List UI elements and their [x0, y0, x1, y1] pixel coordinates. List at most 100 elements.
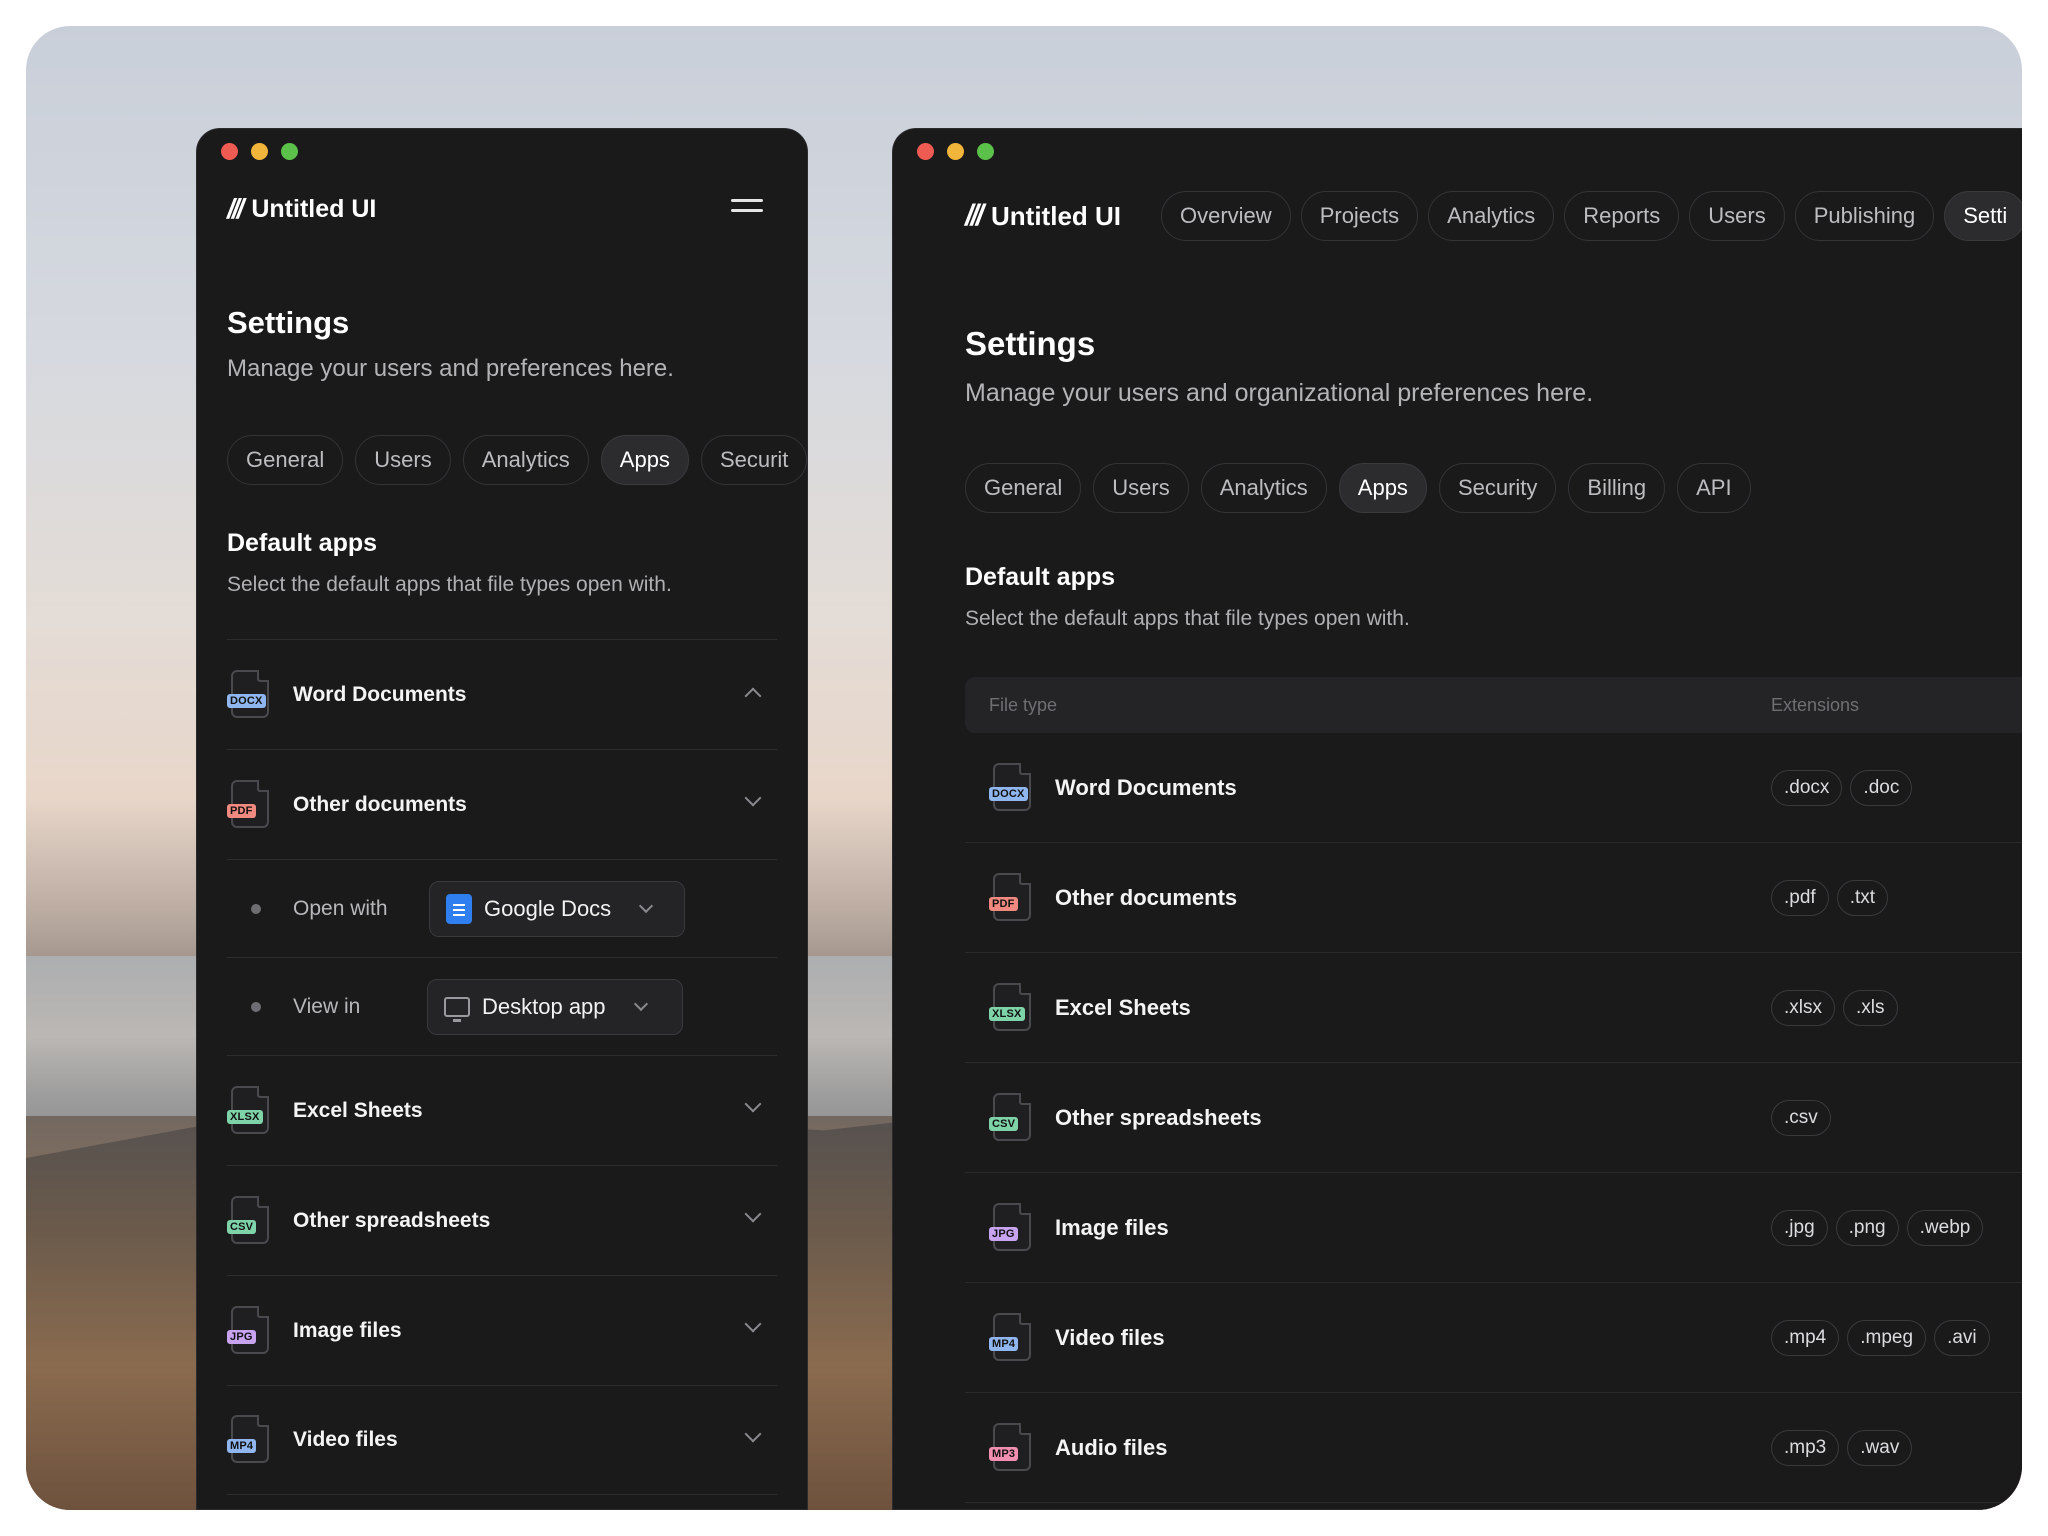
nav-setti[interactable]: Setti [1944, 191, 2022, 241]
tab-general[interactable]: General [227, 435, 344, 485]
tab-apps[interactable]: Apps [600, 435, 689, 485]
docx-file-icon: DOCX [227, 669, 273, 720]
tab-securit[interactable]: Securit [700, 435, 807, 485]
tab-general[interactable]: General [965, 463, 1082, 513]
file-type-name: Word Documents [1055, 774, 1237, 800]
open-with-row: Open with Google Docs [227, 859, 777, 957]
window-controls [221, 143, 298, 160]
mp4-file-icon: MP4 [227, 1415, 273, 1465]
close-window-button[interactable] [917, 143, 934, 160]
background-landscape: /// Untitled UI Settings Manage your use… [26, 26, 2022, 1510]
close-window-button[interactable] [221, 143, 238, 160]
chevron-down-icon[interactable] [744, 1315, 762, 1333]
section-title: Default apps [227, 529, 378, 557]
tab-analytics[interactable]: Analytics [1200, 463, 1327, 513]
item-label: Other documents [293, 792, 467, 816]
extension-badge: .wav [1847, 1429, 1913, 1466]
extension-list: .mp4 .mpeg .avi [1771, 1319, 1990, 1356]
item-label: Other spreadsheets [293, 1208, 491, 1232]
jpg-file-icon: JPG [227, 1305, 273, 1356]
extension-badge: .txt [1836, 879, 1889, 916]
section-description: Select the default apps that file types … [227, 573, 672, 596]
accordion-item-video-files[interactable]: MP4 Video files [227, 1385, 777, 1495]
chevron-down-icon [639, 898, 654, 913]
chevron-up-icon[interactable] [744, 687, 762, 705]
chevron-down-icon[interactable] [744, 1205, 762, 1223]
item-label: Word Documents [293, 682, 467, 706]
extension-badge: .mpeg [1847, 1319, 1927, 1356]
settings-tabs: General Users Analytics Apps Security Billing… [965, 463, 1751, 513]
accordion-item-other-documents[interactable]: PDF Other documents [227, 749, 777, 859]
extension-badge: .docx [1771, 769, 1843, 806]
tab-users[interactable]: Users [355, 435, 451, 485]
brand-logo[interactable]: /// Untitled UI [965, 199, 1121, 233]
tab-users[interactable]: Users [1093, 463, 1189, 513]
tab-billing[interactable]: Billing [1568, 463, 1666, 513]
jpg-file-icon: JPG [989, 1202, 1035, 1253]
brand-logo[interactable]: /// Untitled UI [227, 193, 376, 225]
extension-badge: .jpg [1771, 1209, 1828, 1246]
maximize-window-button[interactable] [977, 143, 994, 160]
logo-icon: /// [965, 199, 984, 232]
extension-list: .docx .doc [1771, 769, 1913, 806]
tab-security[interactable]: Security [1438, 463, 1557, 513]
view-in-select[interactable]: Desktop app [427, 978, 683, 1035]
window-controls [917, 143, 994, 160]
file-type-accordion: DOCX Word Documents PDF Other documents … [227, 639, 777, 1495]
extension-list: .mp3 .wav [1771, 1429, 1913, 1466]
hamburger-menu-icon[interactable] [731, 199, 763, 219]
page-subtitle: Manage your users and preferences here. [227, 355, 674, 382]
accordion-item-excel-sheets[interactable]: XLSX Excel Sheets [227, 1055, 777, 1165]
chevron-down-icon [633, 996, 648, 1011]
file-type-name: Video files [1055, 1324, 1165, 1350]
file-type-name: Excel Sheets [1055, 994, 1191, 1020]
chevron-down-icon[interactable] [744, 1425, 762, 1443]
file-type-name: Other spreadsheets [1055, 1104, 1262, 1130]
open-with-select[interactable]: Google Docs [429, 880, 685, 937]
nav-publishing[interactable]: Publishing [1794, 191, 1935, 241]
desktop-window: /// Untitled UI Overview Projects Analytic… [892, 128, 2022, 1510]
page-title: Settings [227, 305, 350, 340]
monitor-icon [444, 996, 470, 1022]
nav-users[interactable]: Users [1689, 191, 1785, 241]
table-row[interactable]: PDF Other documents .pdf .txt [965, 843, 2022, 953]
mp4-file-icon: MP4 [989, 1312, 1035, 1363]
accordion-item-image-files[interactable]: JPG Image files [227, 1275, 777, 1385]
chevron-down-icon[interactable] [744, 789, 762, 807]
extension-list: .xlsx .xls [1771, 989, 1898, 1026]
tab-apps[interactable]: Apps [1338, 463, 1427, 513]
nav-overview[interactable]: Overview [1161, 191, 1291, 241]
minimize-window-button[interactable] [947, 143, 964, 160]
tab-analytics[interactable]: Analytics [462, 435, 589, 485]
maximize-window-button[interactable] [281, 143, 298, 160]
table-row[interactable]: XLSX Excel Sheets .xlsx .xls [965, 953, 2022, 1063]
table-row[interactable]: MP4 Video files .mp4 .mpeg .avi [965, 1283, 2022, 1393]
file-type-name: Other documents [1055, 884, 1238, 910]
table-row[interactable]: DOCX Word Documents .docx .doc [965, 733, 2022, 843]
nav-reports[interactable]: Reports [1564, 191, 1680, 241]
view-in-label: View in [293, 994, 361, 1018]
table-header: File type Extensions [965, 677, 2022, 733]
extension-badge: .xls [1843, 989, 1898, 1026]
accordion-item-word-documents[interactable]: DOCX Word Documents [227, 639, 777, 749]
logo-icon: /// [227, 193, 244, 224]
open-with-label: Open with [293, 896, 388, 920]
view-in-value: Desktop app [482, 993, 606, 1019]
accordion-item-other-spreadsheets[interactable]: CSV Other spreadsheets [227, 1165, 777, 1275]
nav-analytics[interactable]: Analytics [1428, 191, 1555, 241]
table-body: DOCX Word Documents .docx .doc PDF Other docu… [965, 733, 2022, 1503]
extension-badge: .webp [1906, 1209, 1984, 1246]
nav-projects[interactable]: Projects [1300, 191, 1419, 241]
brand-name: Untitled UI [251, 194, 377, 223]
extension-list: .pdf .txt [1771, 879, 1889, 916]
table-row[interactable]: JPG Image files .jpg .png .webp [965, 1173, 2022, 1283]
csv-file-icon: CSV [989, 1092, 1035, 1143]
section-title: Default apps [965, 563, 1116, 591]
minimize-window-button[interactable] [251, 143, 268, 160]
item-label: Excel Sheets [293, 1098, 423, 1122]
column-header-file-type: File type [989, 694, 1058, 715]
table-row[interactable]: CSV Other spreadsheets .csv [965, 1063, 2022, 1173]
chevron-down-icon[interactable] [744, 1095, 762, 1113]
tab-api[interactable]: API [1677, 463, 1751, 513]
table-row[interactable]: MP3 Audio files .mp3 .wav [965, 1393, 2022, 1503]
